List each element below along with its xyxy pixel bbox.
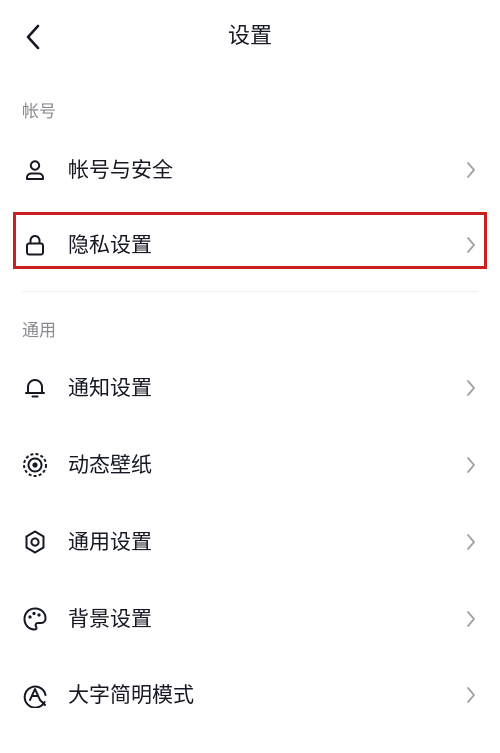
bell-icon xyxy=(22,375,48,401)
menu-item-large-font-mode[interactable]: 大字简明模式 xyxy=(0,665,500,725)
page-title: 设置 xyxy=(227,24,272,49)
menu-item-account-security[interactable]: 帐号与安全 xyxy=(0,140,500,200)
menu-item-label: 背景设置 xyxy=(68,607,152,631)
chevron-right-icon xyxy=(464,160,478,180)
menu-item-live-wallpaper[interactable]: 动态壁纸 xyxy=(0,435,500,495)
chevron-right-icon xyxy=(464,378,478,398)
section-divider xyxy=(22,291,478,292)
chevron-right-icon xyxy=(464,609,478,629)
top-bar: 设置 xyxy=(0,0,500,76)
live-wallpaper-icon xyxy=(22,452,48,478)
menu-item-label: 隐私设置 xyxy=(68,233,152,257)
menu-item-label: 大字简明模式 xyxy=(68,683,194,707)
menu-item-label: 动态壁纸 xyxy=(68,453,152,477)
menu-item-background-settings[interactable]: 背景设置 xyxy=(0,589,500,649)
menu-item-general-settings[interactable]: 通用设置 xyxy=(0,512,500,572)
menu-item-notification-settings[interactable]: 通知设置 xyxy=(0,358,500,418)
section-label-account: 帐号 xyxy=(22,102,56,122)
menu-item-privacy-settings[interactable]: 隐私设置 xyxy=(0,215,500,275)
menu-item-label: 通知设置 xyxy=(68,376,152,400)
chevron-right-icon xyxy=(464,685,478,705)
section-label-general: 通用 xyxy=(22,321,56,341)
large-font-icon xyxy=(22,682,48,708)
chevron-right-icon xyxy=(464,455,478,475)
menu-item-label: 帐号与安全 xyxy=(68,158,173,182)
lock-icon xyxy=(22,232,48,258)
chevron-right-icon xyxy=(464,532,478,552)
menu-item-label: 通用设置 xyxy=(68,530,152,554)
chevron-right-icon xyxy=(464,235,478,255)
gear-icon xyxy=(22,529,48,555)
user-icon xyxy=(22,157,48,183)
palette-icon xyxy=(22,606,48,632)
